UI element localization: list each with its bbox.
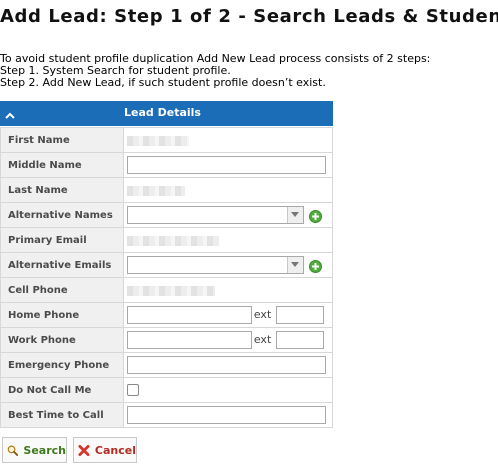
search-button[interactable]: Search (2, 437, 67, 463)
work-phone-ext-input[interactable] (275, 331, 324, 349)
row-primary-email: Primary Email (0, 227, 334, 253)
lead-details-header[interactable]: Lead Details (0, 101, 333, 126)
alternative-names-select[interactable] (126, 206, 304, 224)
row-alternative-names: Alternative Names (0, 202, 334, 228)
work-phone-ext-label: ext (253, 333, 272, 346)
best-time-to-call-input[interactable] (126, 406, 326, 424)
do-not-call-me-checkbox[interactable] (126, 384, 139, 396)
lead-details-form: First Name Middle Name Last Name Alterna… (0, 127, 334, 428)
redacted-first-name (126, 136, 189, 146)
do-not-call-me-label: Do Not Call Me (0, 377, 124, 403)
alternative-names-label: Alternative Names (0, 202, 124, 228)
primary-email-label: Primary Email (0, 227, 124, 253)
row-best-time-to-call: Best Time to Call (0, 402, 334, 428)
chevron-down-icon[interactable] (286, 207, 303, 223)
search-button-label: Search (23, 443, 66, 457)
middle-name-label: Middle Name (0, 152, 124, 178)
chevron-up-icon[interactable] (4, 107, 16, 119)
row-emergency-phone: Emergency Phone (0, 352, 334, 378)
best-time-to-call-label: Best Time to Call (0, 402, 124, 428)
chevron-down-icon[interactable] (286, 257, 303, 273)
home-phone-label: Home Phone (0, 302, 124, 328)
row-middle-name: Middle Name (0, 152, 334, 178)
emergency-phone-input[interactable] (126, 356, 326, 374)
cancel-button-label: Cancel (94, 443, 136, 457)
add-alternative-email-icon[interactable] (308, 258, 322, 273)
alternative-emails-select[interactable] (126, 256, 304, 274)
home-phone-ext-input[interactable] (275, 306, 324, 324)
redacted-last-name (126, 186, 185, 196)
home-phone-ext-label: ext (253, 308, 272, 321)
work-phone-label: Work Phone (0, 327, 124, 353)
row-home-phone: Home Phone ext (0, 302, 334, 328)
red-x-icon (78, 444, 90, 456)
cancel-button[interactable]: Cancel (73, 437, 137, 463)
row-work-phone: Work Phone ext (0, 327, 334, 353)
emergency-phone-label: Emergency Phone (0, 352, 124, 378)
alternative-emails-label: Alternative Emails (0, 252, 124, 278)
row-do-not-call-me: Do Not Call Me (0, 377, 334, 403)
home-phone-input[interactable] (126, 306, 252, 324)
redacted-primary-email (126, 236, 219, 246)
row-first-name: First Name (0, 127, 334, 153)
cell-phone-label: Cell Phone (0, 277, 124, 303)
middle-name-input[interactable] (126, 156, 326, 174)
redacted-cell-phone (126, 286, 215, 296)
row-alternative-emails: Alternative Emails (0, 252, 334, 278)
add-alternative-name-icon[interactable] (308, 208, 322, 223)
magnifier-icon (7, 444, 19, 456)
work-phone-input[interactable] (126, 331, 252, 349)
panel-title: Lead Details (124, 106, 201, 119)
intro-line: Step 2. Add New Lead, if such student pr… (0, 76, 326, 89)
row-last-name: Last Name (0, 177, 334, 203)
last-name-label: Last Name (0, 177, 124, 203)
row-cell-phone: Cell Phone (0, 277, 334, 303)
page-title: Add Lead: Step 1 of 2 - Search Leads & S… (0, 6, 498, 27)
intro-text: To avoid student profile duplication Add… (0, 53, 430, 89)
first-name-label: First Name (0, 127, 124, 153)
